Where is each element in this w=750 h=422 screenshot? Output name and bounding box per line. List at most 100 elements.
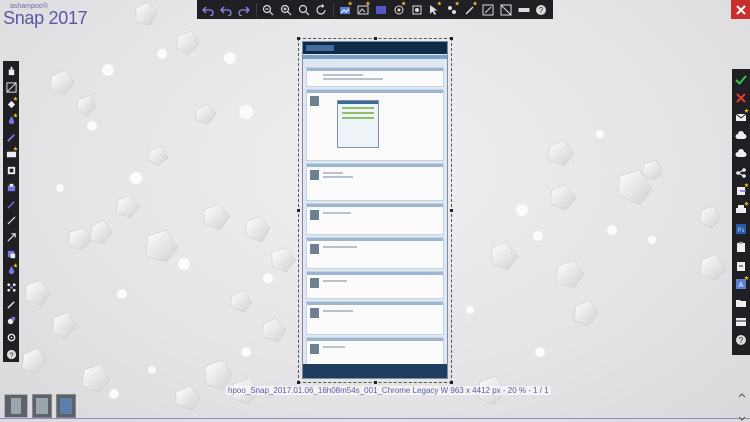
captured-post-bar bbox=[307, 302, 443, 305]
accept-icon[interactable] bbox=[732, 71, 750, 89]
print-icon[interactable] bbox=[732, 201, 750, 219]
captured-text-line bbox=[323, 212, 351, 214]
selection-icon[interactable] bbox=[3, 80, 19, 96]
line-icon[interactable] bbox=[3, 213, 19, 229]
rotate-icon[interactable] bbox=[313, 1, 330, 18]
discard-icon[interactable] bbox=[732, 90, 750, 108]
captured-text-line bbox=[323, 172, 343, 174]
thumbnail-item[interactable] bbox=[4, 394, 28, 418]
pencil-icon[interactable] bbox=[3, 296, 19, 312]
cloud-upload-icon[interactable] bbox=[732, 145, 750, 163]
marker-icon[interactable] bbox=[3, 130, 19, 146]
resize-handle[interactable] bbox=[297, 37, 300, 40]
cloud-icon[interactable] bbox=[732, 127, 750, 145]
folder-icon[interactable] bbox=[732, 294, 750, 312]
close-button[interactable] bbox=[731, 0, 750, 19]
captured-post bbox=[306, 67, 444, 87]
captured-text-line bbox=[323, 346, 345, 348]
captured-post bbox=[306, 271, 444, 299]
mail-icon[interactable] bbox=[732, 108, 750, 126]
zoom-fit-icon[interactable] bbox=[295, 1, 312, 18]
captured-spacer bbox=[303, 59, 447, 65]
captured-site-logo bbox=[306, 45, 334, 51]
crop-icon[interactable] bbox=[390, 1, 407, 18]
toolbar-divider bbox=[255, 2, 257, 17]
clipboard-icon[interactable] bbox=[732, 238, 750, 256]
captured-avatar bbox=[310, 278, 319, 288]
hand-icon[interactable] bbox=[3, 63, 19, 79]
save-icon[interactable]: A bbox=[732, 275, 750, 294]
share-icon[interactable] bbox=[732, 164, 750, 182]
undo-all-icon[interactable] bbox=[218, 1, 235, 18]
thumbnail-item[interactable] bbox=[56, 394, 76, 418]
captured-inner-image bbox=[337, 100, 379, 148]
right-toolbar: Ps A ? bbox=[732, 69, 750, 355]
export-icon[interactable] bbox=[732, 182, 750, 201]
captured-avatar bbox=[310, 170, 319, 180]
captured-screenshot[interactable] bbox=[302, 41, 448, 379]
settings-icon[interactable] bbox=[3, 330, 19, 346]
captured-post-bar bbox=[307, 90, 443, 93]
help-icon[interactable]: ? bbox=[533, 1, 550, 18]
brand-product: Snap bbox=[3, 8, 44, 28]
redo-icon[interactable] bbox=[236, 1, 253, 18]
captured-page-header bbox=[303, 42, 447, 54]
undo-icon[interactable] bbox=[200, 1, 217, 18]
captured-post-bar bbox=[307, 68, 443, 71]
captured-post bbox=[306, 203, 444, 235]
resize-handle[interactable] bbox=[450, 381, 453, 384]
wand-icon[interactable] bbox=[408, 1, 425, 18]
thumbnail-scroll[interactable] bbox=[737, 393, 747, 421]
chevron-up-icon[interactable] bbox=[738, 393, 746, 398]
shapes-icon[interactable] bbox=[3, 313, 19, 329]
photoshop-icon[interactable]: Ps bbox=[732, 220, 750, 238]
drop-icon[interactable] bbox=[3, 113, 19, 129]
left-toolbar: ? bbox=[3, 61, 19, 362]
help-icon[interactable]: ? bbox=[732, 331, 750, 349]
resize-handle[interactable] bbox=[297, 209, 300, 212]
paint-icon[interactable] bbox=[3, 263, 19, 279]
resize-handle[interactable] bbox=[374, 37, 377, 40]
open-icon[interactable] bbox=[732, 257, 750, 275]
toolbar-divider bbox=[332, 2, 334, 17]
captured-post bbox=[306, 89, 444, 161]
thumbnail-strip bbox=[4, 394, 76, 418]
chevron-down-icon[interactable] bbox=[738, 416, 746, 421]
captured-post-bar bbox=[307, 204, 443, 207]
arrow-icon[interactable] bbox=[3, 230, 19, 246]
resize-handle[interactable] bbox=[450, 37, 453, 40]
svg-text:Ps: Ps bbox=[737, 228, 744, 234]
resize-handle[interactable] bbox=[450, 209, 453, 212]
file-info-status: hpoo_Snap_2017.01.06_16h08m54s_001_Chrom… bbox=[226, 386, 551, 395]
resize-icon[interactable] bbox=[480, 1, 497, 18]
text-icon[interactable] bbox=[3, 146, 19, 162]
cursor-icon[interactable] bbox=[426, 1, 443, 18]
ruler-icon[interactable] bbox=[515, 1, 532, 18]
thumbnail-item[interactable] bbox=[32, 394, 52, 418]
captured-post bbox=[306, 237, 444, 269]
captured-text-line bbox=[323, 78, 383, 80]
more-icon[interactable] bbox=[732, 313, 750, 331]
effects-icon[interactable] bbox=[337, 1, 354, 18]
fill-icon[interactable] bbox=[3, 96, 19, 112]
bottom-divider bbox=[0, 418, 750, 419]
split-icon[interactable] bbox=[497, 1, 514, 18]
brand-year: 2017 bbox=[48, 8, 88, 28]
brand-name: Snap 2017 bbox=[3, 8, 88, 29]
top-toolbar: ? bbox=[197, 0, 553, 19]
rectangle-icon[interactable] bbox=[372, 1, 389, 18]
eraser-icon[interactable] bbox=[3, 246, 19, 262]
resize-handle[interactable] bbox=[374, 381, 377, 384]
help-icon[interactable]: ? bbox=[3, 346, 19, 362]
zoom-in-icon[interactable] bbox=[277, 1, 294, 18]
image-icon[interactable] bbox=[355, 1, 372, 18]
counter-icon[interactable] bbox=[3, 180, 19, 196]
brush-icon[interactable] bbox=[3, 196, 19, 212]
blur-icon[interactable] bbox=[444, 1, 461, 18]
captured-post-bar bbox=[307, 338, 443, 341]
stamp-icon[interactable] bbox=[3, 163, 19, 179]
resize-handle[interactable] bbox=[297, 381, 300, 384]
zoom-out-icon[interactable] bbox=[259, 1, 276, 18]
pen-icon[interactable] bbox=[462, 1, 479, 18]
pixelate-icon[interactable] bbox=[3, 280, 19, 296]
